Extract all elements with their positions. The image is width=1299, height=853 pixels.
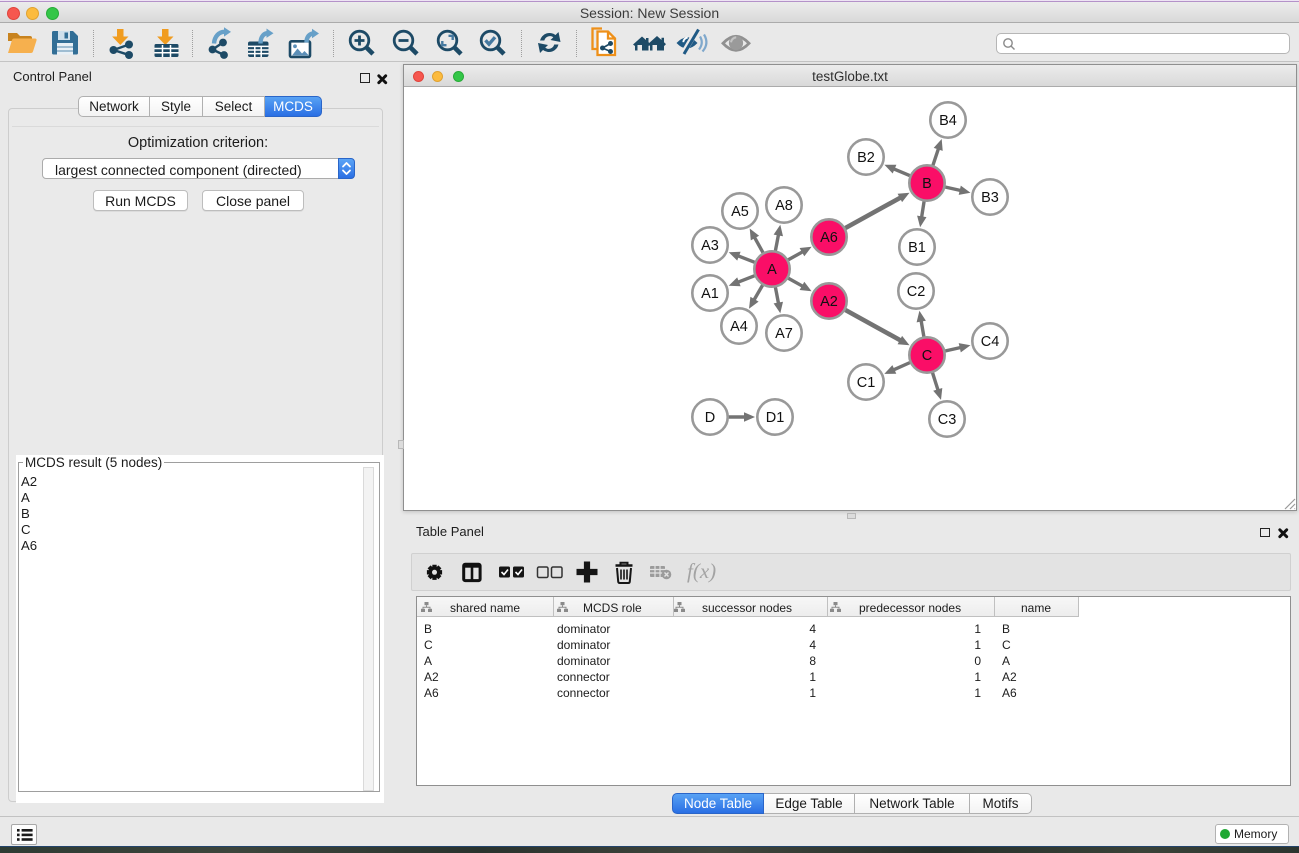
svg-text:C4: C4 xyxy=(981,334,1000,350)
svg-text:B1: B1 xyxy=(908,240,926,256)
svg-text:A2: A2 xyxy=(820,294,838,310)
svg-text:B: B xyxy=(922,176,932,192)
svg-text:A4: A4 xyxy=(730,319,748,335)
svg-text:A8: A8 xyxy=(775,198,793,214)
svg-text:C3: C3 xyxy=(938,412,957,428)
svg-text:A5: A5 xyxy=(731,204,749,220)
svg-text:C2: C2 xyxy=(907,284,926,300)
svg-text:B3: B3 xyxy=(981,190,999,206)
svg-text:A7: A7 xyxy=(775,326,793,342)
svg-text:A6: A6 xyxy=(820,230,838,246)
svg-text:f(x): f(x) xyxy=(687,559,716,583)
svg-text:D: D xyxy=(705,410,715,426)
svg-text:B2: B2 xyxy=(857,150,875,166)
svg-text:B4: B4 xyxy=(939,113,957,129)
svg-text:A1: A1 xyxy=(701,286,719,302)
svg-text:D1: D1 xyxy=(766,410,785,426)
svg-text:C: C xyxy=(922,348,932,364)
svg-text:A3: A3 xyxy=(701,238,719,254)
svg-text:C1: C1 xyxy=(857,375,876,391)
svg-text:A: A xyxy=(767,262,777,278)
